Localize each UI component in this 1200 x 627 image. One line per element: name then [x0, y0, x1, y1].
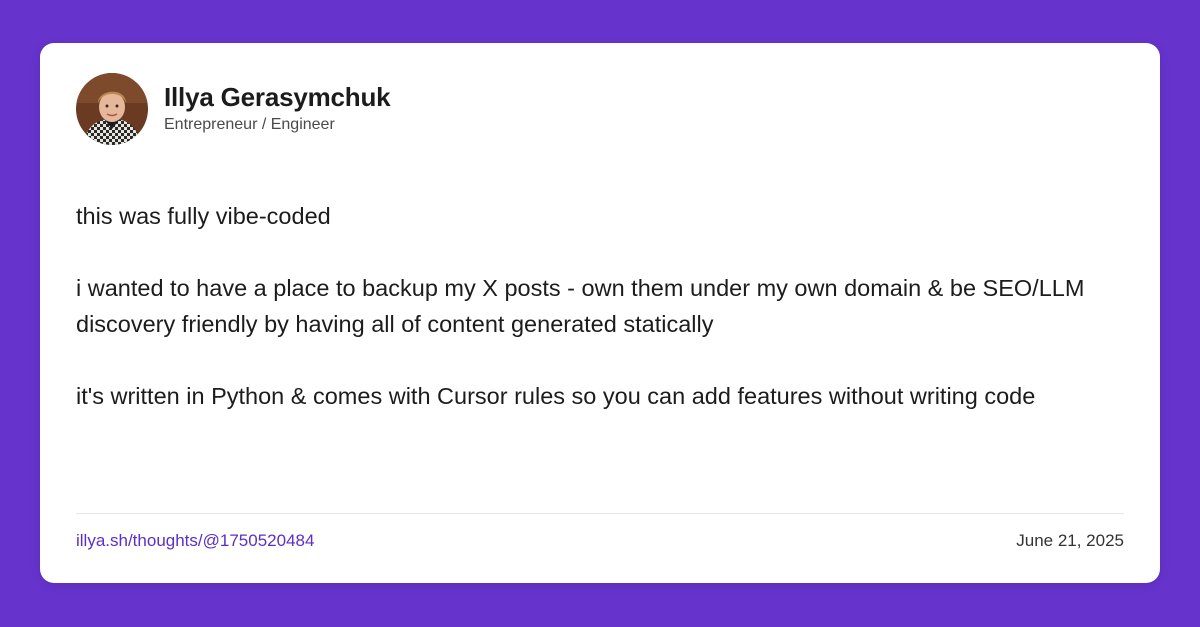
post-permalink[interactable]: illya.sh/thoughts/@1750520484: [76, 529, 314, 553]
avatar: [76, 73, 148, 145]
post-paragraph: i wanted to have a place to backup my X …: [76, 275, 1085, 337]
post-paragraph: it's written in Python & comes with Curs…: [76, 383, 1036, 409]
post-footer: illya.sh/thoughts/@1750520484 June 21, 2…: [76, 529, 1124, 553]
footer-divider: [76, 513, 1124, 514]
author-name: Illya Gerasymchuk: [164, 82, 391, 112]
post-card: Illya Gerasymchuk Entrepreneur / Enginee…: [40, 43, 1160, 583]
post-body: this was fully vibe-coded i wanted to ha…: [76, 198, 1136, 414]
author-role: Entrepreneur / Engineer: [164, 116, 335, 133]
post-paragraph: this was fully vibe-coded: [76, 203, 331, 229]
author-header: Illya Gerasymchuk Entrepreneur / Enginee…: [76, 73, 391, 145]
post-date: June 21, 2025: [1016, 531, 1124, 550]
profile-photo-icon: [76, 73, 148, 145]
